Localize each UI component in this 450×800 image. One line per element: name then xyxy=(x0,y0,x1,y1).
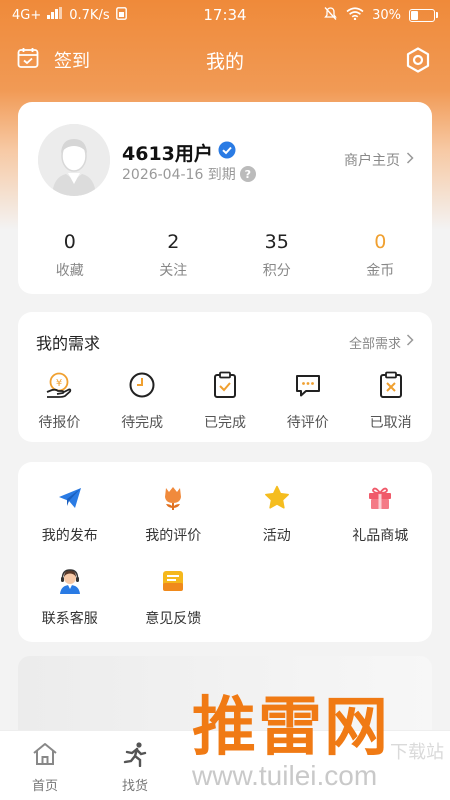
calendar-check-icon xyxy=(16,46,40,75)
stat-value: 0 xyxy=(63,231,76,253)
settings-button[interactable] xyxy=(404,46,432,78)
all-needs-link[interactable]: 全部需求 xyxy=(349,333,414,352)
merchant-homepage-label: 商户主页 xyxy=(344,153,400,169)
sim-icon xyxy=(115,6,127,24)
tab-find-goods[interactable]: 找货 xyxy=(90,731,180,800)
tool-feedback[interactable]: 意见反馈 xyxy=(122,567,226,628)
watermark-logo: 推雷网 xyxy=(192,691,390,765)
paper-plane-icon xyxy=(56,484,84,516)
settings-hexagon-icon xyxy=(404,47,432,78)
avatar[interactable] xyxy=(38,124,110,196)
feedback-icon xyxy=(159,567,187,599)
tool-customer-service[interactable]: 联系客服 xyxy=(18,567,122,628)
battery-percent: 30% xyxy=(372,7,401,23)
profile-stats: 0 收藏 2 关注 35 积分 0 金币 xyxy=(18,230,432,280)
tab-label: 首页 xyxy=(31,779,58,794)
default-avatar-icon xyxy=(38,124,110,196)
stat-label: 收藏 xyxy=(55,263,84,279)
tab-label: 找货 xyxy=(121,779,148,794)
comment-icon xyxy=(293,370,323,404)
clipboard-x-icon xyxy=(376,370,406,404)
chevron-right-icon xyxy=(406,334,414,350)
page-header: 签到 我的 xyxy=(0,38,450,82)
clipboard-check-icon xyxy=(210,370,240,404)
mute-bell-icon xyxy=(323,6,338,25)
tool-my-posts[interactable]: 我的发布 xyxy=(18,484,122,545)
network-label: 4G+ xyxy=(12,7,42,23)
help-question-icon[interactable]: ? xyxy=(239,166,256,182)
tool-label: 活动 xyxy=(262,528,291,544)
need-pending-review[interactable]: 待评价 xyxy=(266,370,349,432)
battery-icon xyxy=(409,8,438,22)
stat-label: 关注 xyxy=(159,263,188,279)
wifi-icon xyxy=(346,6,364,24)
need-label: 已完成 xyxy=(203,415,246,431)
clock: 17:34 xyxy=(203,6,247,24)
runner-icon xyxy=(121,741,149,771)
stat-label: 积分 xyxy=(262,263,291,279)
home-icon xyxy=(31,741,59,771)
quote-yuan-icon: ¥ xyxy=(44,370,74,404)
tool-label: 礼品商城 xyxy=(352,528,409,544)
stat-value: 35 xyxy=(264,231,289,253)
watermark-url: www.tuilei.com xyxy=(192,760,378,791)
tool-label: 我的发布 xyxy=(41,528,98,544)
expire-date: 2026-04-16 到期 xyxy=(122,167,236,183)
checkin-button[interactable]: 签到 xyxy=(16,46,90,75)
tab-home[interactable]: 首页 xyxy=(0,731,90,800)
tulip-icon xyxy=(159,484,187,516)
need-label: 待完成 xyxy=(121,415,164,431)
need-label: 待报价 xyxy=(38,415,81,431)
merchant-homepage-link[interactable]: 商户主页 xyxy=(344,150,414,170)
stat-coins[interactable]: 0 金币 xyxy=(329,230,433,280)
svg-text:¥: ¥ xyxy=(56,378,62,389)
membership-expire: 2026-04-16 到期 ? xyxy=(122,164,256,184)
tools-card: 我的发布 我的评价 活动 礼品商城 联系客服 意见反馈 xyxy=(18,462,432,642)
watermark-sub: 下载站 xyxy=(390,742,444,763)
status-bar: 4G+ 0.7K/s 17:34 30% xyxy=(0,0,450,30)
network-speed: 0.7K/s xyxy=(69,7,110,23)
profile-card: 4613用户 2026-04-16 到期 ? 商户主页 0 收藏 2 关注 35… xyxy=(18,102,432,294)
star-icon xyxy=(263,484,291,516)
stat-label: 金币 xyxy=(366,263,395,279)
username-row: 4613用户 xyxy=(122,139,236,166)
gift-icon xyxy=(366,484,394,516)
stat-points[interactable]: 35 积分 xyxy=(225,230,329,280)
stat-favorites[interactable]: 0 收藏 xyxy=(18,230,122,280)
tool-activities[interactable]: 活动 xyxy=(225,484,329,545)
need-pending-quote[interactable]: ¥ 待报价 xyxy=(18,370,101,432)
stat-value: 2 xyxy=(167,231,180,253)
tool-my-reviews[interactable]: 我的评价 xyxy=(122,484,226,545)
all-needs-label: 全部需求 xyxy=(348,336,401,352)
customer-service-icon xyxy=(56,567,84,599)
tool-label: 我的评价 xyxy=(145,528,202,544)
signal-icon xyxy=(47,7,63,23)
verified-badge-icon xyxy=(218,141,236,164)
chevron-right-icon xyxy=(406,152,414,168)
checkin-label: 签到 xyxy=(54,51,90,72)
my-needs-card: 我的需求 全部需求 ¥ 待报价 待完成 已完成 待评价 已取消 xyxy=(18,312,432,442)
need-cancelled[interactable]: 已取消 xyxy=(349,370,432,432)
stat-following[interactable]: 2 关注 xyxy=(122,230,226,280)
need-completed[interactable]: 已完成 xyxy=(184,370,267,432)
tool-label: 联系客服 xyxy=(41,611,98,627)
need-label: 待评价 xyxy=(286,415,329,431)
clock-icon xyxy=(127,370,157,404)
stat-value: 0 xyxy=(374,231,387,253)
need-pending-complete[interactable]: 待完成 xyxy=(101,370,184,432)
need-label: 已取消 xyxy=(369,415,412,431)
username: 4613用户 xyxy=(122,143,213,165)
watermark: 推雷网 下载站 www.tuilei.com xyxy=(184,676,450,800)
tool-label: 意见反馈 xyxy=(145,611,202,627)
tool-gift-mall[interactable]: 礼品商城 xyxy=(329,484,433,545)
section-title: 我的需求 xyxy=(36,334,101,353)
